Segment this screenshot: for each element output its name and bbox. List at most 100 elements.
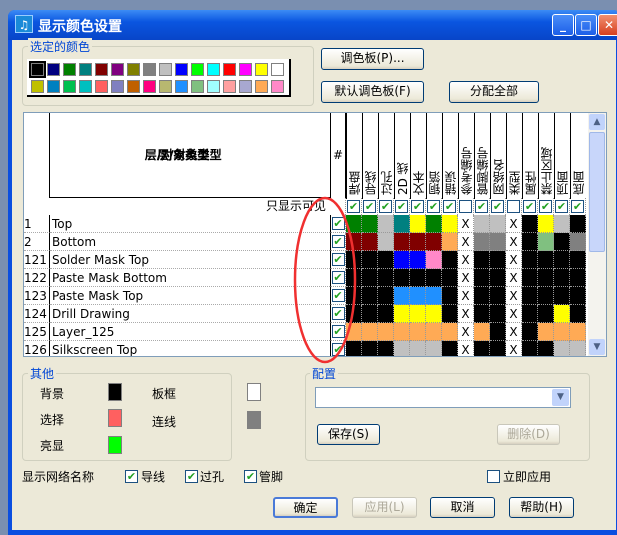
color-cell[interactable]: X <box>458 287 474 305</box>
color-cell[interactable] <box>554 287 570 305</box>
background-color-swatch[interactable] <box>108 383 122 401</box>
palette-swatch[interactable] <box>47 80 60 93</box>
color-cell[interactable] <box>394 233 410 251</box>
column-visible-checkbox[interactable]: ✔ <box>411 200 424 213</box>
color-cell[interactable] <box>394 251 410 269</box>
palette-swatch[interactable] <box>111 80 124 93</box>
palette-swatch[interactable] <box>127 63 140 76</box>
palette-swatch[interactable] <box>111 63 124 76</box>
palette-swatch[interactable] <box>175 80 188 93</box>
color-cell[interactable]: X <box>458 341 474 356</box>
color-cell[interactable] <box>378 323 394 341</box>
color-cell[interactable] <box>570 287 586 305</box>
column-visible-checkbox[interactable] <box>459 200 472 213</box>
color-cell[interactable]: X <box>506 269 522 287</box>
assign-all-button[interactable]: 分配全部 <box>449 81 539 103</box>
color-cell[interactable] <box>426 215 442 233</box>
color-cell[interactable] <box>410 215 426 233</box>
color-cell[interactable] <box>410 341 426 356</box>
color-cell[interactable] <box>362 251 378 269</box>
color-cell[interactable] <box>442 215 458 233</box>
color-cell[interactable]: X <box>506 287 522 305</box>
color-cell[interactable] <box>490 287 506 305</box>
column-visible-checkbox[interactable] <box>507 200 520 213</box>
color-cell[interactable] <box>490 341 506 356</box>
color-cell[interactable] <box>474 341 490 356</box>
color-cell[interactable] <box>410 233 426 251</box>
board-outline-color-swatch[interactable] <box>247 383 261 401</box>
color-cell[interactable] <box>378 215 394 233</box>
color-cell[interactable]: X <box>458 323 474 341</box>
color-cell[interactable] <box>570 269 586 287</box>
color-cell[interactable] <box>410 305 426 323</box>
color-cell[interactable] <box>490 233 506 251</box>
palette-swatch[interactable] <box>271 63 284 76</box>
palette-swatch[interactable] <box>175 63 188 76</box>
color-cell[interactable] <box>522 323 538 341</box>
color-cell[interactable] <box>362 287 378 305</box>
color-cell[interactable] <box>554 341 570 356</box>
palette-swatch[interactable] <box>79 63 92 76</box>
color-cell[interactable] <box>490 269 506 287</box>
palette-swatch[interactable] <box>191 80 204 93</box>
color-cell[interactable] <box>362 215 378 233</box>
config-dropdown[interactable]: ▼ <box>315 387 571 408</box>
apply-button[interactable]: 应用(L) <box>352 497 417 518</box>
palette-swatch[interactable] <box>79 80 92 93</box>
vertical-scrollbar[interactable]: ▲ ▼ <box>588 113 606 356</box>
color-cell[interactable] <box>538 269 554 287</box>
color-cell[interactable] <box>442 269 458 287</box>
save-button[interactable]: 保存(S) <box>317 424 380 445</box>
color-cell[interactable] <box>474 323 490 341</box>
color-cell[interactable]: X <box>458 233 474 251</box>
palette-swatch[interactable] <box>159 63 172 76</box>
color-cell[interactable] <box>570 305 586 323</box>
color-cell[interactable] <box>554 323 570 341</box>
default-palette-button[interactable]: 默认调色板(F) <box>321 81 424 103</box>
column-visible-checkbox[interactable]: ✔ <box>555 200 568 213</box>
palette-swatch[interactable] <box>31 80 44 93</box>
color-cell[interactable] <box>538 287 554 305</box>
color-cell[interactable] <box>378 341 394 356</box>
column-visible-checkbox[interactable]: ✔ <box>427 200 440 213</box>
color-cell[interactable]: X <box>506 305 522 323</box>
column-visible-checkbox[interactable]: ✔ <box>443 200 456 213</box>
palette-button[interactable]: 调色板(P)... <box>321 48 424 70</box>
color-cell[interactable]: X <box>458 305 474 323</box>
highlight-color-swatch[interactable] <box>108 436 122 454</box>
color-cell[interactable] <box>554 215 570 233</box>
color-cell[interactable]: X <box>506 233 522 251</box>
color-cell[interactable]: X <box>506 323 522 341</box>
color-cell[interactable] <box>362 269 378 287</box>
color-cell[interactable] <box>378 305 394 323</box>
color-cell[interactable] <box>490 305 506 323</box>
color-cell[interactable] <box>394 215 410 233</box>
help-button[interactable]: 帮助(H) <box>509 497 574 518</box>
column-visible-checkbox[interactable]: ✔ <box>475 200 488 213</box>
apply-now-checkbox[interactable] <box>487 470 500 483</box>
selection-color-swatch[interactable] <box>108 409 122 427</box>
color-cell[interactable] <box>362 305 378 323</box>
color-cell[interactable] <box>442 341 458 356</box>
column-visible-checkbox[interactable]: ✔ <box>363 200 376 213</box>
color-cell[interactable] <box>554 233 570 251</box>
color-cell[interactable] <box>394 305 410 323</box>
color-cell[interactable] <box>378 269 394 287</box>
color-cell[interactable] <box>490 251 506 269</box>
color-cell[interactable] <box>394 269 410 287</box>
color-cell[interactable] <box>426 323 442 341</box>
palette-swatch[interactable] <box>63 80 76 93</box>
color-cell[interactable] <box>522 215 538 233</box>
color-cell[interactable]: X <box>458 269 474 287</box>
color-cell[interactable] <box>426 341 442 356</box>
color-cell[interactable] <box>490 323 506 341</box>
palette-swatch[interactable] <box>29 61 46 78</box>
color-cell[interactable] <box>426 305 442 323</box>
palette-swatch[interactable] <box>95 80 108 93</box>
color-cell[interactable] <box>570 233 586 251</box>
column-visible-checkbox[interactable]: ✔ <box>491 200 504 213</box>
palette-swatch[interactable] <box>95 63 108 76</box>
color-cell[interactable] <box>522 233 538 251</box>
color-cell[interactable] <box>426 233 442 251</box>
scroll-thumb[interactable] <box>589 132 605 252</box>
